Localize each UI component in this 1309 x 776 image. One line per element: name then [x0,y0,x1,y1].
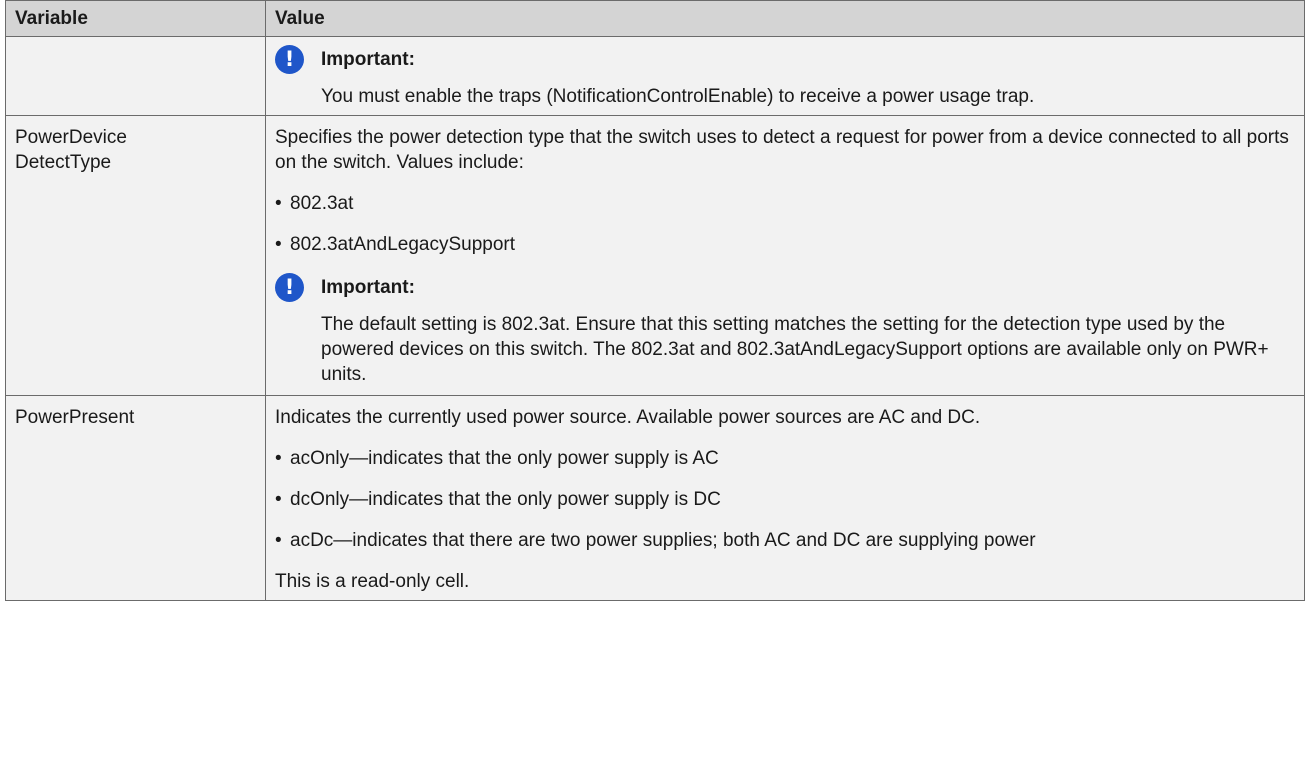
list-item-text: 802.3at [290,193,354,214]
list-item: • acOnly—indicates that the only power s… [275,438,1295,479]
important-note: ! Important: The default setting is 802.… [275,265,1295,395]
bullet-dot: • [275,234,282,255]
exclamation-circle-icon: ! [275,44,304,74]
important-note: ! Important: You must enable the traps (… [275,37,1295,115]
bullet-dot: • [275,489,282,510]
variable-name-line1: PowerDevice [15,127,127,148]
important-title: Important: [321,276,415,298]
important-text: The default setting is 802.3at. Ensure t… [321,314,1269,385]
variable-name-line2: DetectType [15,152,112,173]
value-cell: Indicates the currently used power sourc… [265,395,1305,601]
table-row: ! Important: You must enable the traps (… [5,36,1305,116]
variable-value-table: Variable Value ! Important: You must ena… [5,0,1305,601]
important-text: You must enable the traps (NotificationC… [321,86,1035,107]
header-variable: Variable [5,0,266,37]
important-title: Important: [321,48,415,70]
list-item-text: dcOnly—indicates that the only power sup… [290,489,721,510]
bullet-dot: • [275,448,282,469]
list-item-text: 802.3atAndLegacySupport [290,234,516,255]
bullet-dot: • [275,530,282,551]
bullet-dot: • [275,193,282,214]
note-text: This is a read-only cell. [275,571,470,592]
table-row: PowerDevice DetectType Specifies the pow… [5,115,1305,396]
list-item: • acDc—indicates that there are two powe… [275,520,1295,561]
value-cell: ! Important: You must enable the traps (… [265,36,1305,116]
description-text: Indicates the currently used power sourc… [275,407,981,428]
exclamation-circle-icon: ! [275,272,304,302]
list-item: • 802.3at [275,183,1295,224]
variable-cell: PowerDevice DetectType [5,115,266,396]
table-row: PowerPresent Indicates the currently use… [5,395,1305,601]
list-item-text: acOnly—indicates that the only power sup… [290,448,719,469]
value-cell: Specifies the power detection type that … [265,115,1305,396]
list-item: • dcOnly—indicates that the only power s… [275,479,1295,520]
table-header-row: Variable Value [5,0,1305,37]
variable-cell: PowerPresent [5,395,266,601]
description-text: Specifies the power detection type that … [275,127,1289,173]
list-item: • 802.3atAndLegacySupport [275,224,1295,265]
variable-cell-empty [5,36,266,116]
header-value: Value [265,0,1305,37]
list-item-text: acDc—indicates that there are two power … [290,530,1036,551]
